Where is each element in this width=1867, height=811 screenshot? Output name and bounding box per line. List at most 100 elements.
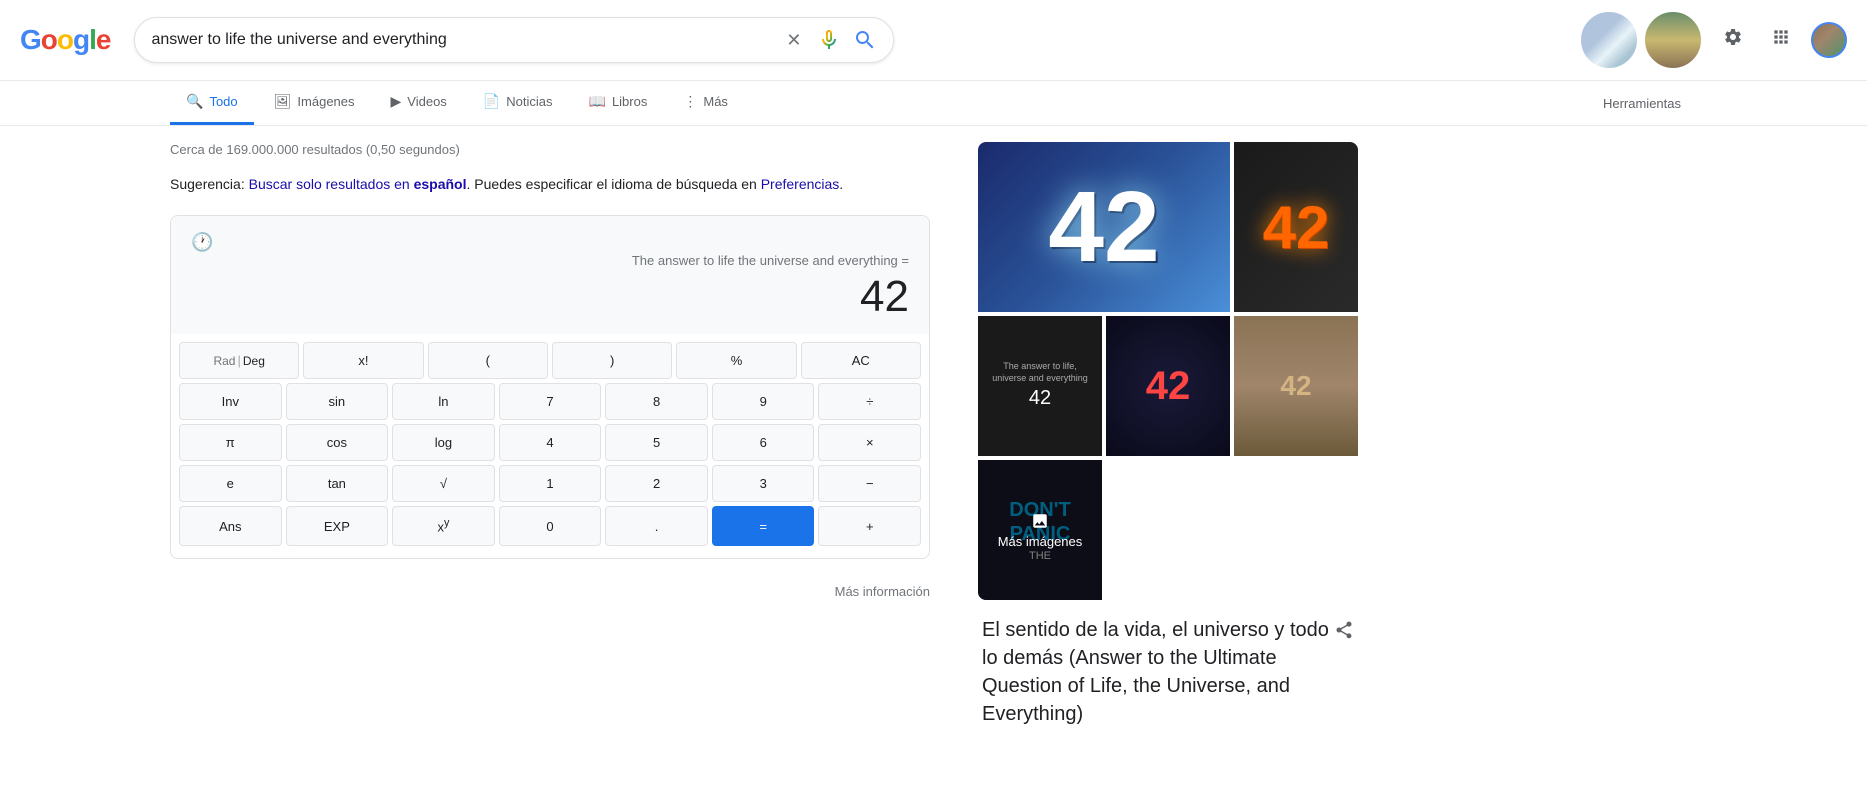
image-42-blue[interactable]: 42 xyxy=(978,142,1230,312)
calc-6-button[interactable]: 6 xyxy=(712,424,815,461)
image-dont-panic[interactable]: DON'TPANIC THE Más imágenes xyxy=(978,460,1102,600)
header-right xyxy=(1579,10,1847,70)
tab-mas[interactable]: ⋮ Más xyxy=(667,81,744,125)
image-42-orange-text: 42 xyxy=(1263,193,1330,262)
image-42-statue[interactable]: 42 xyxy=(1234,316,1358,456)
calc-multiply-button[interactable]: × xyxy=(818,424,921,461)
calc-cos-button[interactable]: cos xyxy=(286,424,389,461)
google-logo: Google xyxy=(20,24,110,56)
apps-button[interactable] xyxy=(1763,19,1799,61)
search-icon[interactable] xyxy=(853,28,877,52)
todo-icon: 🔍 xyxy=(186,93,203,110)
tab-imagenes-label: Imágenes xyxy=(297,94,354,109)
calc-5-button[interactable]: 5 xyxy=(605,424,708,461)
imagenes-icon: 🖼 xyxy=(274,93,292,110)
calc-buttons: Rad | Deg x! ( ) % AC Inv sin ln 7 8 xyxy=(171,334,929,557)
tab-libros[interactable]: 📖 Libros xyxy=(573,81,664,125)
calc-row-5: Ans EXP xy 0 . = + xyxy=(179,506,921,545)
calc-4-button[interactable]: 4 xyxy=(499,424,602,461)
thumbnail-images xyxy=(1579,10,1703,70)
header: Google answer to life the universe and e… xyxy=(0,0,1867,81)
calc-ln-button[interactable]: ln xyxy=(392,383,495,420)
left-content: Cerca de 169.000.000 resultados (0,50 se… xyxy=(170,142,930,736)
preferences-link[interactable]: Preferencias xyxy=(761,176,840,192)
calc-row-4: e tan √ 1 2 3 − xyxy=(179,465,921,502)
calc-add-button[interactable]: + xyxy=(818,506,921,545)
mas-icon: ⋮ xyxy=(683,93,697,110)
settings-button[interactable] xyxy=(1715,19,1751,61)
calc-factorial-button[interactable]: x! xyxy=(303,342,423,379)
right-content: 42 42 The answer to life, universe and e… xyxy=(978,142,1358,736)
thumbnail-1 xyxy=(1579,10,1639,70)
calc-1-button[interactable]: 1 xyxy=(499,465,602,502)
knowledge-panel: El sentido de la vida, el universo y tod… xyxy=(978,616,1358,728)
suggestion-link1[interactable]: Buscar solo resultados en español xyxy=(249,176,467,192)
calculator-widget: 🕐 The answer to life the universe and ev… xyxy=(170,215,930,558)
microphone-icon[interactable] xyxy=(817,28,841,52)
calc-log-button[interactable]: log xyxy=(392,424,495,461)
calc-percent-button[interactable]: % xyxy=(676,342,796,379)
share-icon xyxy=(1334,620,1354,640)
calc-tan-button[interactable]: tan xyxy=(286,465,389,502)
tab-todo[interactable]: 🔍 Todo xyxy=(170,81,254,125)
calc-equals-button[interactable]: = xyxy=(712,506,815,545)
tab-videos-label: Videos xyxy=(407,94,447,109)
tab-noticias[interactable]: 📄 Noticias xyxy=(467,81,569,125)
calc-e-button[interactable]: e xyxy=(179,465,282,502)
videos-icon: ▶ xyxy=(391,93,402,110)
tab-todo-label: Todo xyxy=(209,94,237,109)
libros-icon: 📖 xyxy=(589,93,606,110)
calc-ans-button[interactable]: Ans xyxy=(179,506,282,545)
calc-display: 🕐 The answer to life the universe and ev… xyxy=(171,216,929,334)
calc-2-button[interactable]: 2 xyxy=(605,465,708,502)
settings-icon xyxy=(1723,27,1743,47)
user-avatar[interactable] xyxy=(1811,22,1847,58)
calc-row-2: Inv sin ln 7 8 9 ÷ xyxy=(179,383,921,420)
more-images-overlay[interactable]: Más imágenes xyxy=(978,460,1102,600)
more-images-label: Más imágenes xyxy=(998,534,1083,549)
calc-row-3: π cos log 4 5 6 × xyxy=(179,424,921,461)
calc-3-button[interactable]: 3 xyxy=(712,465,815,502)
calc-ac-button[interactable]: AC xyxy=(801,342,921,379)
calc-history-button[interactable]: 🕐 xyxy=(191,232,213,253)
share-button[interactable] xyxy=(1334,620,1354,645)
calc-close-paren-button[interactable]: ) xyxy=(552,342,672,379)
calc-divide-button[interactable]: ÷ xyxy=(818,383,921,420)
results-count: Cerca de 169.000.000 resultados (0,50 se… xyxy=(170,142,930,157)
tab-herramientas[interactable]: Herramientas xyxy=(1587,84,1697,123)
search-input[interactable]: answer to life the universe and everythi… xyxy=(151,31,782,49)
calc-8-button[interactable]: 8 xyxy=(605,383,708,420)
calc-7-button[interactable]: 7 xyxy=(499,383,602,420)
image-42-blue-text: 42 xyxy=(1048,170,1159,285)
calc-pi-button[interactable]: π xyxy=(179,424,282,461)
image-42-orange[interactable]: 42 xyxy=(1234,142,1358,312)
tab-imagenes[interactable]: 🖼 Imágenes xyxy=(258,81,371,125)
image-42-atom[interactable]: 42 xyxy=(1106,316,1230,456)
calc-dot-button[interactable]: . xyxy=(605,506,708,545)
tab-noticias-label: Noticias xyxy=(506,94,552,109)
image-42-statue-text: 42 xyxy=(1280,370,1311,402)
more-info-anchor[interactable]: Más información xyxy=(835,584,930,599)
calc-rad-deg-button[interactable]: Rad | Deg xyxy=(179,342,299,379)
calc-inv-button[interactable]: Inv xyxy=(179,383,282,420)
nav-tabs: 🔍 Todo 🖼 Imágenes ▶ Videos 📄 Noticias 📖 … xyxy=(0,81,1867,126)
clear-button[interactable]: ✕ xyxy=(782,26,805,55)
calc-exp-button[interactable]: EXP xyxy=(286,506,389,545)
image-42-atom-text: 42 xyxy=(1146,364,1191,409)
image-book[interactable]: The answer to life, universe and everyth… xyxy=(978,316,1102,456)
calc-expression: The answer to life the universe and ever… xyxy=(191,253,909,268)
calc-0-button[interactable]: 0 xyxy=(499,506,602,545)
calc-9-button[interactable]: 9 xyxy=(712,383,815,420)
image-grid: 42 42 The answer to life, universe and e… xyxy=(978,142,1358,600)
calc-power-button[interactable]: xy xyxy=(392,506,495,545)
calc-sqrt-button[interactable]: √ xyxy=(392,465,495,502)
calc-result: 42 xyxy=(191,272,909,322)
more-info-link: Más información xyxy=(170,575,930,607)
tab-videos[interactable]: ▶ Videos xyxy=(375,81,463,125)
calc-row-1: Rad | Deg x! ( ) % AC xyxy=(179,342,921,379)
thumbnail-2 xyxy=(1643,10,1703,70)
calc-subtract-button[interactable]: − xyxy=(818,465,921,502)
calc-sin-button[interactable]: sin xyxy=(286,383,389,420)
calc-open-paren-button[interactable]: ( xyxy=(428,342,548,379)
apps-icon xyxy=(1771,27,1791,47)
